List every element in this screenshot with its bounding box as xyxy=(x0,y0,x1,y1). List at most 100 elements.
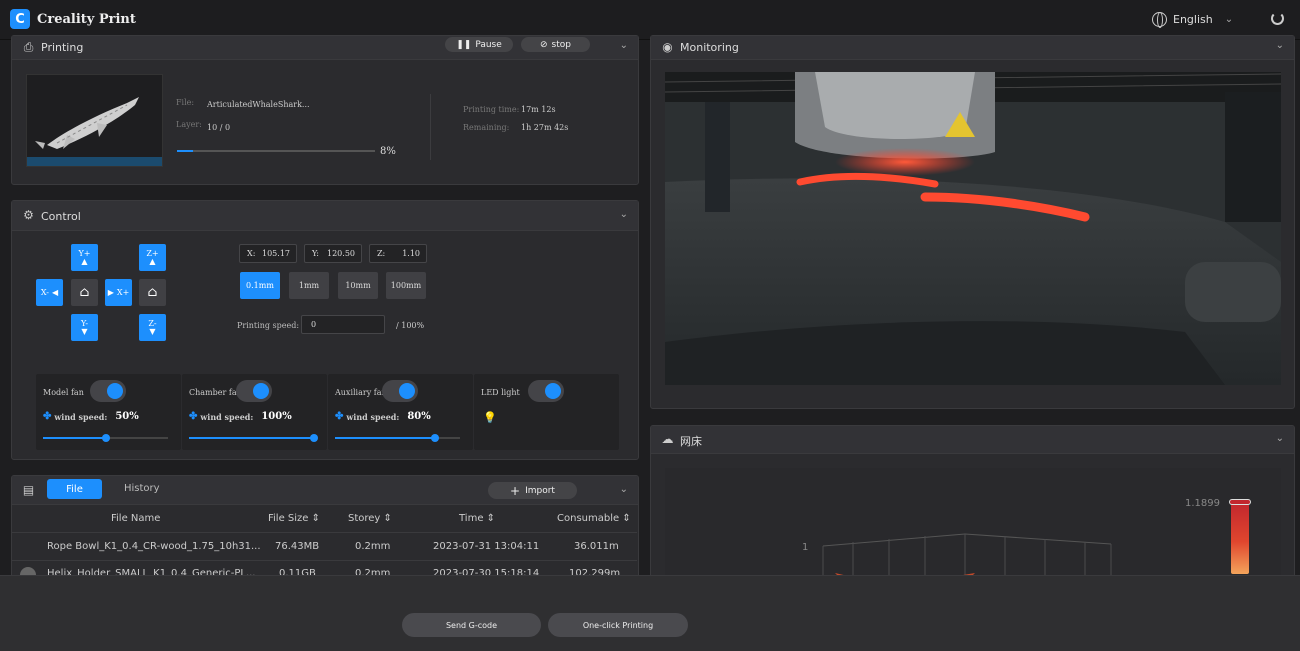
home-z-button[interactable]: ⌂ xyxy=(139,279,166,306)
mesh-panel-header: ☁ 网床 ⌄ xyxy=(651,426,1294,454)
printing-panel-header: ⎙ Printing ❚❚ Pause ⊘ stop ⌄ xyxy=(12,36,638,60)
sort-icon: ⇕ xyxy=(486,513,496,524)
auxiliary-fan-slider[interactable] xyxy=(335,434,460,442)
pause-button[interactable]: ❚❚ Pause xyxy=(445,37,513,52)
mesh-title: 网床 xyxy=(680,435,702,448)
collapse-chevron-icon[interactable]: ⌄ xyxy=(1276,40,1284,51)
y-coordinate-field[interactable]: Y: 120.50 xyxy=(304,244,362,263)
chamber-fan-wind-speed: ✤ wind speed: 100% xyxy=(189,411,292,422)
auxiliary-fan-toggle[interactable] xyxy=(382,380,418,402)
jog-x-plus-label: X+ xyxy=(116,288,130,297)
col-time-label: Time xyxy=(459,513,484,524)
model-thumbnail xyxy=(26,74,163,167)
collapse-chevron-icon[interactable]: ⌄ xyxy=(620,484,628,495)
mesh-chart-area: 1.1899 1 xyxy=(665,468,1281,584)
jog-y-minus-button[interactable]: Y- ▼ xyxy=(71,314,98,341)
printing-time-value: 17m 12s xyxy=(521,105,556,114)
model-fan-label: Model fan xyxy=(43,388,84,397)
monitoring-panel-header: ◉ Monitoring ⌄ xyxy=(651,36,1294,60)
step-0.1mm-button[interactable]: 0.1mm xyxy=(240,272,280,299)
globe-icon xyxy=(1152,12,1167,28)
y-label: Y: xyxy=(312,249,319,258)
col-consumable[interactable]: Consumable ⇕ xyxy=(557,513,631,524)
slider-fill xyxy=(43,437,106,439)
printing-panel: ⎙ Printing ❚❚ Pause ⊘ stop ⌄ File: Artic… xyxy=(11,35,639,185)
print-progress-bar xyxy=(177,150,375,152)
step-100mm-button[interactable]: 100mm xyxy=(386,272,426,299)
printing-speed-label: Printing speed: xyxy=(237,321,300,330)
slider-fill xyxy=(335,437,435,439)
wind-speed-label: wind speed: xyxy=(200,411,254,422)
refresh-icon[interactable] xyxy=(1271,12,1284,25)
row-consumable: 36.011m xyxy=(574,541,619,552)
home-icon: ⌂ xyxy=(147,285,158,300)
layer-value: 10 / 0 xyxy=(207,123,231,132)
stop-label: stop xyxy=(551,39,571,50)
tab-history[interactable]: History xyxy=(124,483,160,494)
col-file-name[interactable]: File Name xyxy=(111,513,160,524)
jog-y-plus-button[interactable]: Y+ ▲ xyxy=(71,244,98,271)
led-light-card: LED light 💡 xyxy=(474,374,619,450)
mesh-bed-panel: ☁ 网床 ⌄ 1.1899 1 xyxy=(650,425,1295,585)
z-value: 1.10 xyxy=(402,249,420,258)
y-value: 120.50 xyxy=(327,249,355,258)
fan-icon: ✤ xyxy=(335,411,344,422)
jog-z-plus-button[interactable]: Z+ ▲ xyxy=(139,244,166,271)
print-progress-fill xyxy=(177,150,193,152)
control-title: Control xyxy=(41,210,81,223)
chamber-fan-toggle[interactable] xyxy=(236,380,272,402)
collapse-chevron-icon[interactable]: ⌄ xyxy=(620,209,628,220)
model-fan-slider[interactable] xyxy=(43,434,168,442)
wind-speed-value: 100% xyxy=(261,411,292,422)
model-fan-wind-speed: ✤ wind speed: 50% xyxy=(43,411,139,422)
auxiliary-fan-label: Auxiliary fan xyxy=(335,388,387,397)
row-storey: 0.2mm xyxy=(355,541,391,552)
remaining-label: Remaining: xyxy=(463,123,510,132)
toggle-knob xyxy=(253,383,269,399)
model-fan-toggle[interactable] xyxy=(90,380,126,402)
stop-button[interactable]: ⊘ stop xyxy=(521,37,590,52)
one-click-printing-button[interactable]: One-click Printing xyxy=(548,613,688,637)
jog-z-minus-button[interactable]: Z- ▼ xyxy=(139,314,166,341)
wind-speed-value: 50% xyxy=(115,411,139,422)
led-light-toggle[interactable] xyxy=(528,380,564,402)
col-time[interactable]: Time ⇕ xyxy=(459,513,495,524)
language-selector[interactable]: English ⌄ xyxy=(1152,12,1233,28)
mesh-icon: ☁ xyxy=(661,432,674,446)
toggle-knob xyxy=(545,383,561,399)
tab-file[interactable]: File xyxy=(47,479,102,499)
printing-speed-input[interactable]: 0 xyxy=(301,315,385,334)
slider-handle[interactable] xyxy=(101,434,110,442)
printer-icon: ⎙ xyxy=(23,40,34,54)
step-1mm-button[interactable]: 1mm xyxy=(289,272,329,299)
jog-x-plus-button[interactable]: ▶ X+ xyxy=(105,279,132,306)
slider-handle[interactable] xyxy=(431,434,439,442)
fan-icon: ✤ xyxy=(43,411,52,422)
app-title: Creality Print xyxy=(37,12,136,27)
model-fan-card: Model fan ✤ wind speed: 50% xyxy=(36,374,181,450)
send-gcode-button[interactable]: Send G-code xyxy=(402,613,541,637)
chamber-fan-label: Chamber fan xyxy=(189,388,242,397)
camera-feed xyxy=(665,72,1281,385)
x-coordinate-field[interactable]: X: 105.17 xyxy=(239,244,297,263)
light-bulb-icon: 💡 xyxy=(483,411,497,424)
progress-percent: 8% xyxy=(380,146,396,157)
col-storey[interactable]: Storey ⇕ xyxy=(348,513,392,524)
row-file-name: Rope Bowl_K1_0.4_CR-wood_1.75_10h31... xyxy=(47,541,261,552)
arrow-down-icon: ▼ xyxy=(81,327,88,336)
slider-handle[interactable] xyxy=(310,434,318,442)
step-10mm-button[interactable]: 10mm xyxy=(338,272,378,299)
control-panel-header: ⚙ Control ⌄ xyxy=(12,201,638,231)
import-button[interactable]: + Import xyxy=(488,482,577,499)
import-label: Import xyxy=(525,485,555,496)
collapse-chevron-icon[interactable]: ⌄ xyxy=(620,40,628,51)
col-consumable-label: Consumable xyxy=(557,513,620,524)
chamber-fan-slider[interactable] xyxy=(189,434,318,442)
home-xy-button[interactable]: ⌂ xyxy=(71,279,98,306)
collapse-chevron-icon[interactable]: ⌄ xyxy=(1276,433,1284,444)
z-coordinate-field[interactable]: Z: 1.10 xyxy=(369,244,427,263)
divider xyxy=(430,94,431,160)
col-file-size[interactable]: File Size ⇕ xyxy=(268,513,320,524)
wind-speed-value: 80% xyxy=(407,411,431,422)
jog-x-minus-button[interactable]: X- ◀ xyxy=(36,279,63,306)
